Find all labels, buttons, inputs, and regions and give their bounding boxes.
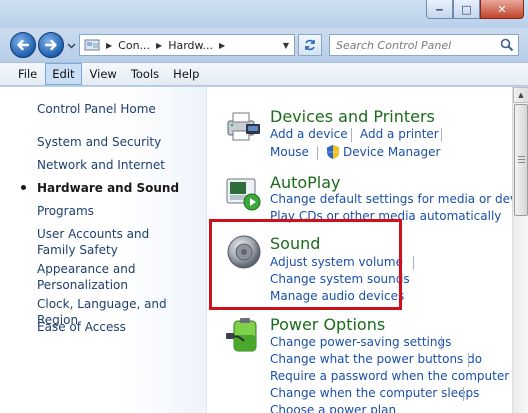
breadcrumb-separator-icon[interactable]: ▶: [215, 41, 229, 50]
change-sleep-link[interactable]: Change when the computer sleeps: [270, 386, 479, 400]
address-dropdown-icon[interactable]: ▼: [278, 41, 294, 50]
change-power-buttons-link[interactable]: Change what the power buttons do: [270, 352, 482, 366]
choose-power-plan-link[interactable]: Choose a power plan: [270, 403, 396, 413]
maximize-button[interactable]: □: [453, 0, 480, 19]
scroll-up-arrow-icon[interactable]: ▲: [513, 87, 528, 103]
back-arrow-icon: [17, 39, 30, 51]
breadcrumb-control-panel[interactable]: Con...: [116, 39, 152, 52]
breadcrumb-hardware[interactable]: Hardw...: [166, 39, 215, 52]
navigation-bar: ▶ Con... ▶ Hardw... ▶ ▼: [0, 28, 528, 62]
breadcrumb-separator-icon[interactable]: ▶: [152, 41, 166, 50]
thumb-grip-line: [518, 156, 525, 157]
refresh-button[interactable]: [298, 34, 322, 56]
change-default-autoplay-link[interactable]: Change default settings for media or dev…: [270, 192, 512, 206]
search-icon[interactable]: [500, 38, 514, 52]
current-item-bullet-icon: [21, 185, 26, 190]
vertical-scrollbar[interactable]: ▲: [512, 87, 528, 413]
link-divider: [351, 128, 352, 142]
device-manager-link[interactable]: Device Manager: [343, 145, 440, 159]
sidebar-item-programs[interactable]: Programs: [37, 203, 202, 219]
menu-view[interactable]: View: [84, 64, 123, 84]
autoplay-icon: [226, 178, 261, 211]
refresh-icon: [305, 39, 315, 51]
sidebar-item-user-accounts[interactable]: User Accounts and Family Safety: [37, 226, 187, 258]
add-a-device-link[interactable]: Add a device: [270, 127, 348, 141]
address-bar[interactable]: ▶ Con... ▶ Hardw... ▶ ▼: [79, 34, 295, 56]
search-box[interactable]: [329, 34, 519, 56]
sidebar-item-ease-of-access[interactable]: Ease of Access: [37, 319, 202, 335]
forward-arrow-icon: [44, 39, 57, 51]
sidebar-item-control-panel-home[interactable]: Control Panel Home: [37, 101, 202, 117]
menu-bar: File Edit View Tools Help: [0, 62, 528, 86]
breadcrumb-separator-icon[interactable]: ▶: [102, 41, 116, 50]
title-bar: ‒ □ ✕: [0, 0, 528, 28]
content-area: Control Panel Home System and Security N…: [0, 87, 528, 413]
forward-button[interactable]: [38, 32, 64, 58]
menu-help[interactable]: Help: [167, 64, 205, 84]
sidebar-item-system-and-security[interactable]: System and Security: [37, 134, 202, 150]
add-a-printer-link[interactable]: Add a printer: [360, 127, 439, 141]
menu-edit[interactable]: Edit: [45, 63, 82, 85]
link-divider: [463, 387, 464, 401]
menu-tools[interactable]: Tools: [125, 64, 165, 84]
link-divider: [413, 256, 414, 270]
link-divider: [468, 353, 469, 367]
thumb-grip-line: [518, 162, 525, 163]
shield-icon: [327, 145, 339, 159]
scrollbar-thumb[interactable]: [514, 104, 528, 216]
recent-pages-chevron-icon[interactable]: [67, 41, 76, 50]
sidebar-item-hardware-and-sound: Hardware and Sound: [37, 181, 180, 195]
change-power-saving-link[interactable]: Change power-saving settings: [270, 335, 451, 349]
link-divider: [441, 336, 442, 350]
battery-icon: [226, 318, 257, 352]
mouse-link[interactable]: Mouse: [270, 145, 309, 159]
window-controls: ‒ □ ✕: [426, 0, 524, 19]
sidebar-item-network-and-internet[interactable]: Network and Internet: [37, 157, 202, 173]
link-divider: [317, 146, 318, 160]
sidebar: Control Panel Home System and Security N…: [0, 87, 207, 413]
autoplay-title[interactable]: AutoPlay: [270, 173, 341, 192]
require-password-link[interactable]: Require a password when the computer w: [270, 369, 512, 383]
menu-file[interactable]: File: [12, 64, 43, 84]
search-input[interactable]: [336, 38, 496, 52]
link-divider: [441, 128, 442, 142]
thumb-grip-line: [518, 159, 525, 160]
back-button[interactable]: [10, 32, 36, 58]
minimize-button[interactable]: ‒: [426, 0, 453, 19]
power-options-title[interactable]: Power Options: [270, 315, 385, 334]
control-panel-icon: [84, 39, 100, 51]
sound-highlight-box: [209, 219, 402, 310]
devices-and-printers-title[interactable]: Devices and Printers: [270, 107, 435, 126]
sidebar-item-appearance[interactable]: Appearance and Personalization: [37, 261, 147, 293]
close-button[interactable]: ✕: [480, 0, 524, 19]
printer-icon: [227, 112, 260, 141]
